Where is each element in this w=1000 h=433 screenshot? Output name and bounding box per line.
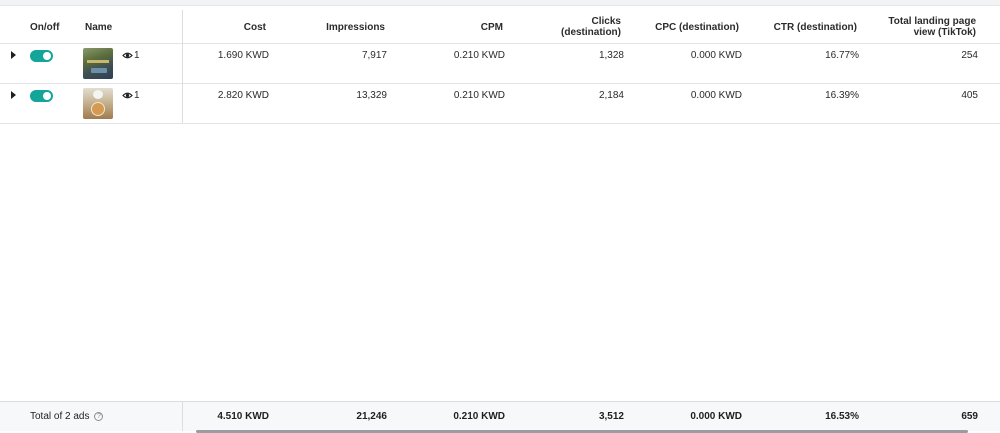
total-cpc: 0.000 KWD: [690, 410, 742, 422]
col-header-name[interactable]: Name: [85, 10, 145, 44]
cell-clicks: 1,328: [598, 49, 624, 61]
table-header: On/off Name Cost Impressions CPM Clicks(…: [0, 10, 1000, 44]
total-impressions: 21,246: [356, 410, 387, 422]
total-cost: 4.510 KWD: [217, 410, 269, 422]
toggle-knob: [43, 52, 51, 60]
cell-landing: 405: [961, 89, 978, 101]
eye-icon[interactable]: [122, 91, 133, 100]
caret-right-icon[interactable]: [11, 51, 16, 59]
cell-landing: 254: [961, 49, 978, 61]
col-header-cpm[interactable]: CPM: [420, 10, 503, 44]
cell-ctr: 16.39%: [825, 89, 859, 101]
cell-cost: 1.690 KWD: [217, 49, 269, 61]
frozen-column-divider: [182, 10, 183, 123]
status-toggle[interactable]: [30, 50, 53, 62]
preview-count: 1: [134, 50, 140, 61]
eye-icon[interactable]: [122, 51, 133, 60]
top-strip: [0, 0, 1000, 6]
cell-cpc: 0.000 KWD: [690, 89, 742, 101]
col-header-clicks-line1: Clicks: [591, 16, 621, 27]
totals-row: Total of 2 ads ? 4.510 KWD 21,246 0.210 …: [0, 401, 1000, 431]
col-header-ctr[interactable]: CTR (destination): [760, 10, 857, 44]
col-header-cpc[interactable]: CPC (destination): [640, 10, 739, 44]
cell-cpm: 0.210 KWD: [453, 49, 505, 61]
help-icon[interactable]: ?: [94, 411, 104, 421]
caret-right-icon[interactable]: [11, 91, 16, 99]
col-header-impressions[interactable]: Impressions: [290, 10, 385, 44]
table-row[interactable]: 1 1.690 KWD 7,917 0.210 KWD 1,328 0.000 …: [0, 44, 1000, 84]
total-landing: 659: [961, 410, 978, 422]
col-header-clicks[interactable]: Clicks (destination): [540, 10, 621, 44]
cell-ctr: 16.77%: [825, 49, 859, 61]
col-header-landing-line2: view (TikTok): [913, 27, 976, 38]
table-row[interactable]: 1 2.820 KWD 13,329 0.210 KWD 2,184 0.000…: [0, 84, 1000, 124]
total-cpm: 0.210 KWD: [453, 410, 505, 422]
col-header-landing[interactable]: Total landing page view (TikTok): [870, 10, 976, 44]
cell-impressions: 7,917: [361, 49, 387, 61]
col-header-onoff[interactable]: On/off: [30, 10, 70, 44]
total-ctr: 16.53%: [825, 410, 859, 422]
cell-cpc: 0.000 KWD: [690, 49, 742, 61]
col-header-landing-line1: Total landing page: [888, 16, 976, 27]
preview-count: 1: [134, 90, 140, 101]
status-toggle[interactable]: [30, 90, 53, 102]
totals-label: Total of 2 ads ?: [30, 402, 180, 430]
totals-label-text: Total of 2 ads: [30, 410, 90, 422]
toggle-knob: [43, 92, 51, 100]
cell-clicks: 2,184: [598, 89, 624, 101]
total-clicks: 3,512: [598, 410, 624, 422]
cell-cost: 2.820 KWD: [217, 89, 269, 101]
cell-cpm: 0.210 KWD: [453, 89, 505, 101]
cell-impressions: 13,329: [356, 89, 387, 101]
col-header-cost[interactable]: Cost: [186, 10, 266, 44]
frozen-column-divider-footer: [182, 401, 183, 431]
ad-thumbnail[interactable]: [83, 48, 113, 79]
ad-thumbnail[interactable]: [83, 88, 113, 119]
col-header-clicks-line2: (destination): [561, 27, 621, 38]
